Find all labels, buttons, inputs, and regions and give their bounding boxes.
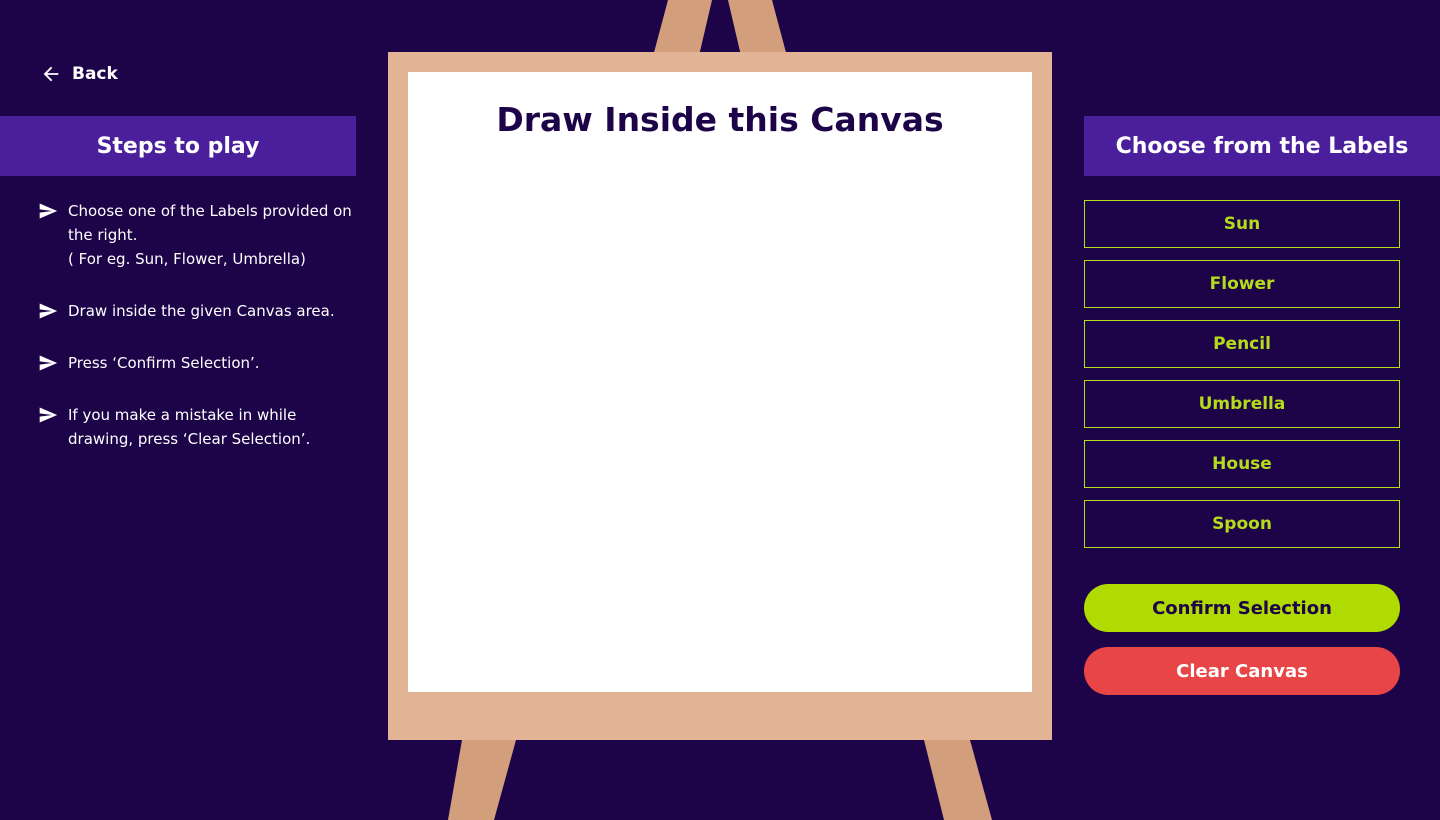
step-text: Draw inside the given Canvas area. xyxy=(68,302,335,320)
labels-title: Choose from the Labels xyxy=(1115,133,1409,159)
label-option-flower[interactable]: Flower xyxy=(1084,260,1400,308)
canvas-title: Draw Inside this Canvas xyxy=(496,100,944,139)
back-button[interactable]: Back xyxy=(40,60,118,88)
step-text: Press ‘Confirm Selection’. xyxy=(68,354,260,372)
label-option-umbrella[interactable]: Umbrella xyxy=(1084,380,1400,428)
label-option-pencil[interactable]: Pencil xyxy=(1084,320,1400,368)
step-text: Choose one of the Labels provided on the… xyxy=(68,202,352,268)
send-arrow-icon xyxy=(38,201,58,221)
labels-header: Choose from the Labels xyxy=(1084,116,1440,176)
step-item: If you make a mistake in while drawing, … xyxy=(38,403,358,451)
send-arrow-icon xyxy=(38,353,58,373)
label-option-house[interactable]: House xyxy=(1084,440,1400,488)
steps-title: Steps to play xyxy=(96,133,260,159)
steps-header: Steps to play xyxy=(0,116,356,176)
arrow-left-icon xyxy=(43,66,59,82)
label-option-sun[interactable]: Sun xyxy=(1084,200,1400,248)
step-text: If you make a mistake in while drawing, … xyxy=(68,406,311,448)
drawing-game-screen: Back Steps to play Choose one of the Lab… xyxy=(0,0,1440,820)
step-item: Draw inside the given Canvas area. xyxy=(38,299,358,323)
steps-list: Choose one of the Labels provided on the… xyxy=(38,199,358,479)
back-label: Back xyxy=(72,64,118,84)
confirm-selection-button[interactable]: Confirm Selection xyxy=(1084,584,1400,632)
clear-canvas-button[interactable]: Clear Canvas xyxy=(1084,647,1400,695)
send-arrow-icon xyxy=(38,405,58,425)
send-arrow-icon xyxy=(38,301,58,321)
label-option-spoon[interactable]: Spoon xyxy=(1084,500,1400,548)
label-options: Sun Flower Pencil Umbrella House Spoon xyxy=(1084,200,1400,560)
step-item: Choose one of the Labels provided on the… xyxy=(38,199,358,271)
easel-board: Draw Inside this Canvas xyxy=(388,52,1052,740)
drawing-canvas[interactable]: Draw Inside this Canvas xyxy=(408,72,1032,692)
step-item: Press ‘Confirm Selection’. xyxy=(38,351,358,375)
